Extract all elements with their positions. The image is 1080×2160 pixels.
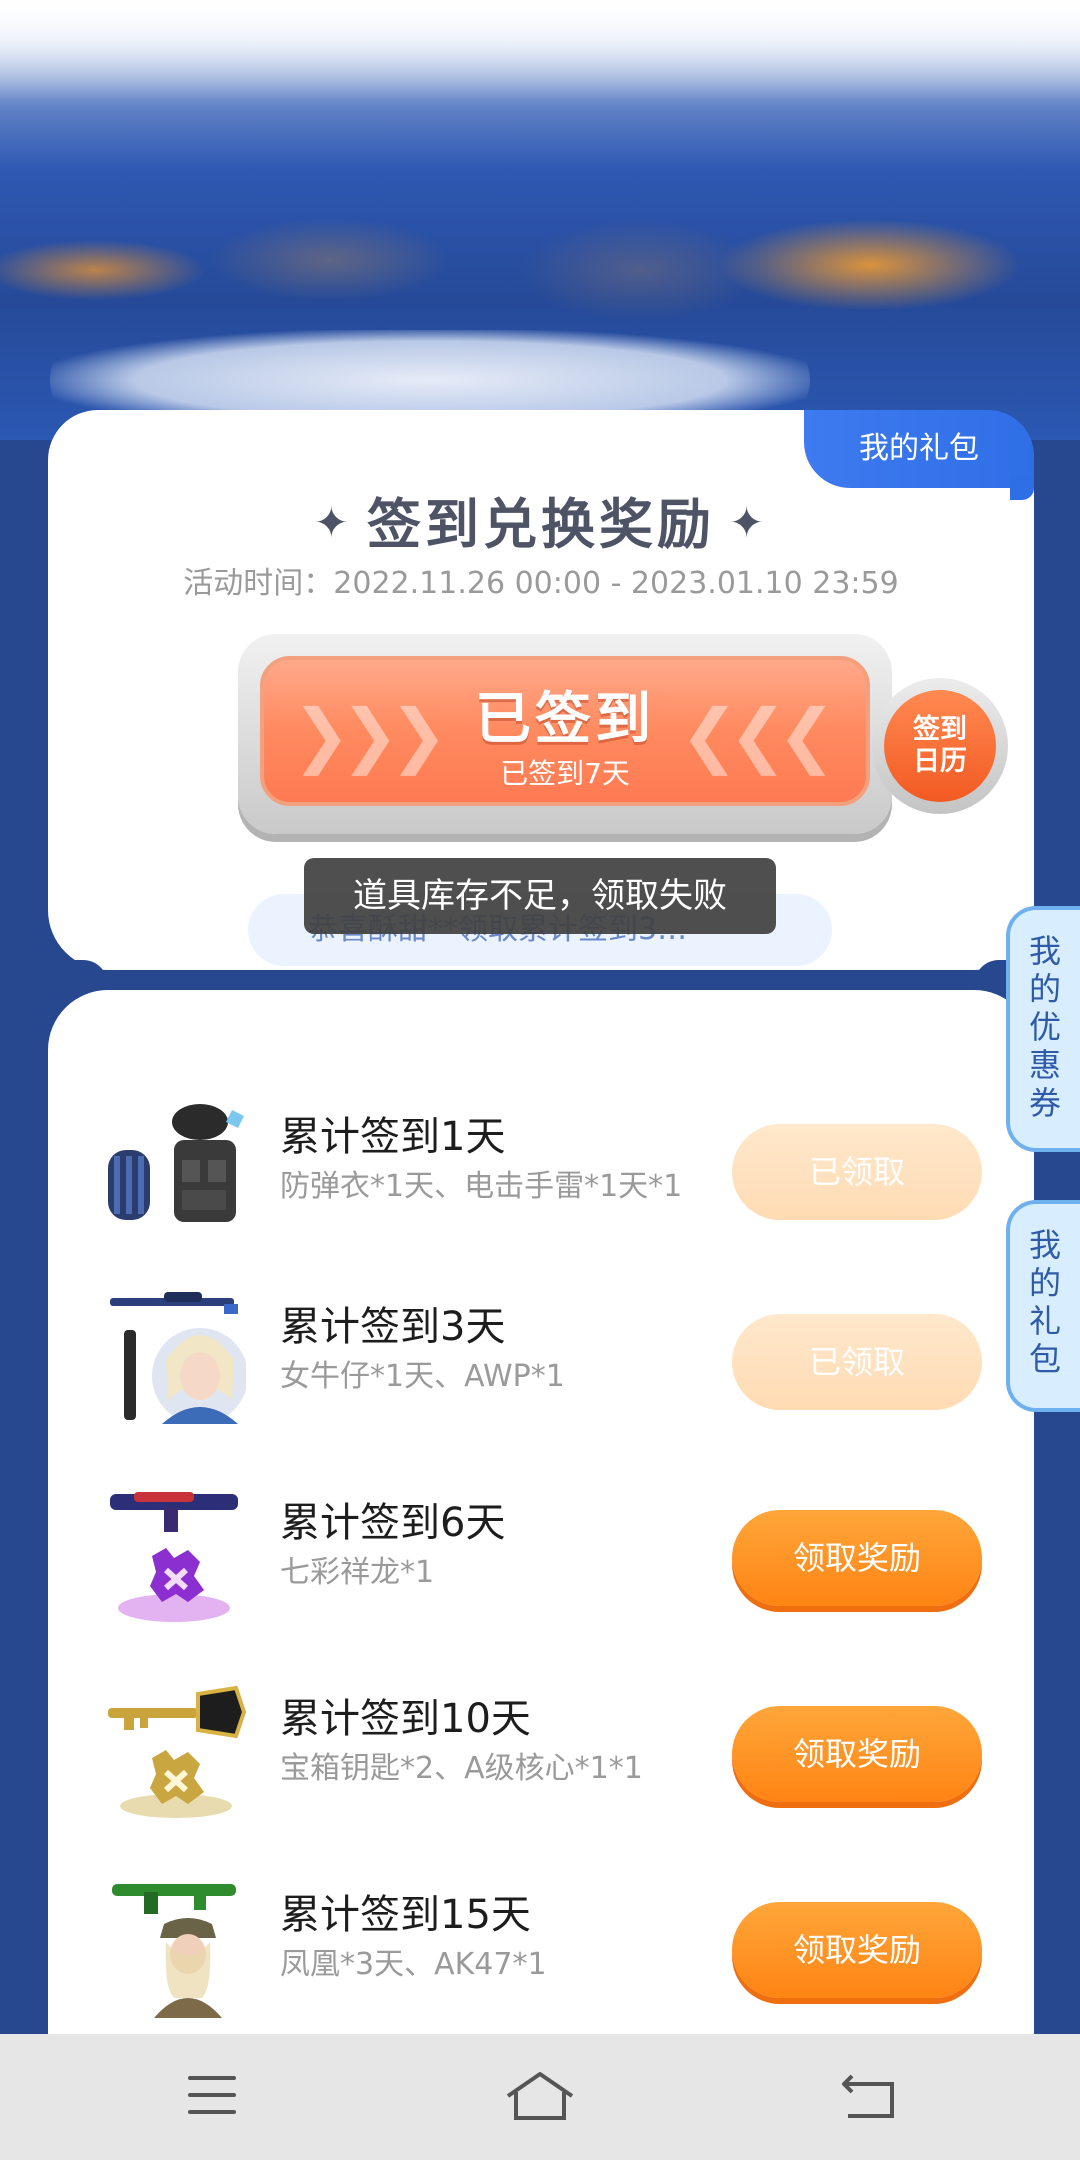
reward-title: 累计签到10天: [280, 1696, 531, 1742]
armor-grenade-icon: [104, 1100, 246, 1242]
signin-button[interactable]: ❯❯❯ ❮❮❮ 已签到 已签到7天: [238, 634, 892, 834]
top-banner: [0, 0, 1080, 440]
reward-desc: 宝箱钥匙*2、A级核心*1*1: [280, 1751, 643, 1786]
reward-desc: 女牛仔*1天、AWP*1: [280, 1359, 565, 1394]
claimed-button[interactable]: 已领取: [732, 1124, 982, 1220]
reward-row: 累计签到1天 防弹衣*1天、电击手雷*1天*1 已领取: [48, 1100, 1034, 1280]
rainbow-dragon-gun-icon: [104, 1486, 246, 1628]
menu-icon[interactable]: [186, 2070, 238, 2120]
calendar-label-line1: 签到: [913, 714, 967, 745]
reward-title: 累计签到15天: [280, 1892, 531, 1938]
rewards-card: 累计签到1天 防弹衣*1天、电击手雷*1天*1 已领取 累计签到3天 女牛仔*1…: [48, 990, 1034, 2040]
reward-desc: 七彩祥龙*1: [280, 1555, 435, 1590]
reward-row: 累计签到6天 七彩祥龙*1 领取奖励: [48, 1486, 1034, 1666]
claimed-button[interactable]: 已领取: [732, 1314, 982, 1410]
signin-button-face: ❯❯❯ ❮❮❮ 已签到 已签到7天: [260, 656, 870, 806]
cowgirl-awp-icon: [104, 1290, 248, 1432]
reward-title: 累计签到1天: [280, 1114, 506, 1160]
banner-cloud-top: [0, 0, 1080, 100]
chest-key-icon: [104, 1682, 247, 1824]
sparkle-icon: ✦: [313, 498, 353, 547]
reward-row: 累计签到3天 女牛仔*1天、AWP*1 已领取: [48, 1290, 1034, 1470]
home-icon[interactable]: [504, 2070, 576, 2122]
my-gifts-label: 我的礼包: [1028, 1226, 1061, 1378]
reward-row: 累计签到10天 宝箱钥匙*2、A级核心*1*1 领取奖励: [48, 1682, 1034, 1862]
page-title: 签到兑换奖励: [367, 493, 715, 556]
my-gift-tab[interactable]: 我的礼包: [804, 410, 1034, 500]
activity-time: 活动时间：2022.11.26 00:00 - 2023.01.10 23:59: [183, 566, 899, 601]
reward-desc: 凤凰*3天、AK47*1: [280, 1947, 547, 1982]
calendar-label-line2: 日历: [913, 746, 967, 777]
reward-title: 累计签到3天: [280, 1304, 506, 1350]
sparkle-icon: ✦: [729, 498, 769, 547]
reward-title: 累计签到6天: [280, 1500, 506, 1546]
my-coupons-label: 我的优惠券: [1028, 932, 1061, 1122]
my-gifts-side-tab[interactable]: 我的礼包: [1006, 1200, 1080, 1412]
signin-status-label: 已签到: [475, 687, 655, 752]
claim-reward-button[interactable]: 领取奖励: [732, 1510, 982, 1606]
page-title-row: ✦ 签到兑换奖励 ✦: [48, 480, 1034, 559]
signin-calendar-button[interactable]: 签到 日历: [872, 678, 1008, 814]
back-icon[interactable]: [842, 2070, 896, 2120]
phoenix-ak47-icon: [104, 1878, 246, 2020]
my-coupons-tab[interactable]: 我的优惠券: [1006, 906, 1080, 1152]
system-nav-bar: [0, 2034, 1080, 2160]
claim-reward-button[interactable]: 领取奖励: [732, 1706, 982, 1802]
reward-desc: 防弹衣*1天、电击手雷*1天*1: [280, 1169, 683, 1204]
claim-reward-button[interactable]: 领取奖励: [732, 1902, 982, 1998]
error-toast: 道具库存不足，领取失败: [304, 858, 776, 934]
reward-row: 累计签到15天 凤凰*3天、AK47*1 领取奖励: [48, 1878, 1034, 2058]
signin-days-label: 已签到7天: [500, 757, 630, 790]
signin-calendar-face: 签到 日历: [884, 690, 996, 802]
